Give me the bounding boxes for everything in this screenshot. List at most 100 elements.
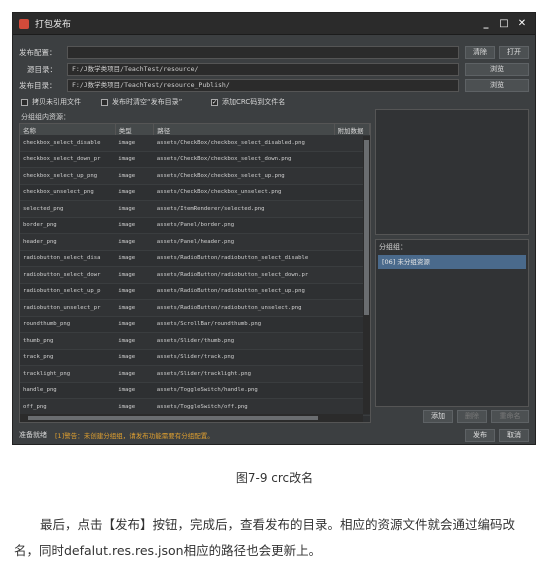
checkbox-icon[interactable] xyxy=(21,98,28,106)
source-browse-button[interactable]: 浏览 xyxy=(465,63,529,76)
cell-name: checkbox_unselect_png xyxy=(20,184,116,201)
cell-path: assets/ToggleSwitch/off.png xyxy=(153,398,335,416)
cell-type: image xyxy=(115,283,154,300)
cell-name: header_png xyxy=(20,233,116,251)
cell-path: assets/CheckBox/checkbox_select_disabled… xyxy=(153,135,335,152)
table-row[interactable]: checkbox_select_up_png image assets/CheckB… xyxy=(20,167,370,185)
cell-path: assets/Panel/border.png xyxy=(153,217,335,234)
cell-path: assets/ScrollBar/roundthumb.png xyxy=(153,316,335,333)
column-extra[interactable]: 附加数据 xyxy=(334,124,370,135)
delete-group-button[interactable]: 删除 xyxy=(457,410,487,423)
cell-path: assets/RadioButton/radiobutton_select_do… xyxy=(153,266,335,284)
cell-name: border_png xyxy=(20,217,116,234)
cell-path: assets/CheckBox/checkbox_select_up.png xyxy=(153,167,335,185)
table-header: 名称 类型 路径 附加数据 xyxy=(20,124,370,135)
source-dir-field[interactable]: F:/J数学类项目/TeachTest/resource/ xyxy=(67,63,459,76)
app-icon xyxy=(19,18,29,29)
cell-path: assets/ItemRenderer/selected.png xyxy=(153,200,335,218)
publish-config-row: 发布配置： xyxy=(19,45,57,60)
figure-caption: 图7-9 crc改名 xyxy=(235,471,314,485)
table-row[interactable]: border_png image assets/Panel/border.png xyxy=(20,217,370,234)
cell-name: radiobutton_select_disa xyxy=(20,250,116,267)
group-item[interactable]: [06] 未分组资源 xyxy=(378,255,526,269)
publish-dir-field[interactable]: F:/J数学类项目/TeachTest/resource_Publish/ xyxy=(67,79,459,92)
cell-type: image xyxy=(115,135,154,152)
maximize-icon[interactable]: □ xyxy=(497,17,511,31)
status-warning: [1]警告：未创建分组组，请发布功能需要有分组配置。 xyxy=(55,432,214,440)
column-name[interactable]: 名称 xyxy=(20,124,116,135)
close-icon[interactable]: ✕ xyxy=(515,17,529,31)
option-label: 添加CRC码到文件名 xyxy=(222,98,286,106)
cell-type: image xyxy=(115,151,154,168)
cell-name: off_png xyxy=(20,398,116,416)
open-button[interactable]: 打开 xyxy=(499,46,529,59)
cell-name: checkbox_select_disable xyxy=(20,135,116,152)
cancel-button[interactable]: 取消 xyxy=(499,429,529,442)
publish-button[interactable]: 发布 xyxy=(465,429,495,442)
scroll-thumb[interactable] xyxy=(28,416,318,420)
table-row[interactable]: radiobutton_select_disa image assets/Radio… xyxy=(20,250,370,267)
table-row[interactable]: header_png image assets/Panel/header.png xyxy=(20,233,370,251)
table-row[interactable]: tracklight_png image assets/Slider/trackli… xyxy=(20,365,370,383)
table-row[interactable]: radiobutton_unselect_pr image assets/Radio… xyxy=(20,299,370,317)
groups-panel: 分组组： [06] 未分组资源 xyxy=(375,239,529,407)
vertical-scrollbar[interactable] xyxy=(363,136,370,414)
table-row[interactable]: checkbox_unselect_png image assets/CheckBo… xyxy=(20,184,370,201)
cell-path: assets/RadioButton/radiobutton_unselect.… xyxy=(153,299,335,317)
publish-dir-label: 发布目录： xyxy=(19,81,57,90)
minimize-icon[interactable]: _ xyxy=(479,17,493,31)
rename-group-button[interactable]: 重命名 xyxy=(491,410,529,423)
option-copy-unreferenced[interactable]: 拷贝未引用文件 xyxy=(21,97,81,107)
clear-button[interactable]: 清除 xyxy=(465,46,495,59)
table-row[interactable]: selected_png image assets/ItemRenderer/sel… xyxy=(20,200,370,218)
cell-type: image xyxy=(115,266,154,284)
checkbox-checked-icon[interactable]: ✓ xyxy=(211,98,218,106)
cell-name: checkbox_select_down_pr xyxy=(20,151,116,168)
status-ready: 准备就绪 xyxy=(19,431,47,439)
cell-type: image xyxy=(115,200,154,218)
groups-panel-title: 分组组： xyxy=(379,243,407,251)
cell-name: radiobutton_select_up_p xyxy=(20,283,116,300)
option-clear-publish-dir[interactable]: 发布时清空“发布目录” xyxy=(101,97,182,107)
table-row[interactable]: radiobutton_select_dowr image assets/Radio… xyxy=(20,266,370,284)
cell-type: image xyxy=(115,349,154,366)
scroll-thumb[interactable] xyxy=(364,140,369,315)
cell-type: image xyxy=(115,299,154,317)
cell-path: assets/Slider/tracklight.png xyxy=(153,365,335,383)
table-row[interactable]: off_png image assets/ToggleSwitch/off.png xyxy=(20,398,370,416)
cell-path: assets/RadioButton/radiobutton_select_up… xyxy=(153,283,335,300)
table-row[interactable]: roundthumb_png image assets/ScrollBar/roun… xyxy=(20,316,370,333)
table-row[interactable]: handle_png image assets/ToggleSwitch/handl… xyxy=(20,382,370,399)
resources-panel: 名称 类型 路径 附加数据 checkbox_select_disable ima… xyxy=(19,123,371,423)
publish-config-label: 发布配置： xyxy=(19,48,57,57)
table-row[interactable]: radiobutton_select_up_p image assets/Radio… xyxy=(20,283,370,300)
source-dir-label: 源目录： xyxy=(27,65,57,74)
cell-path: assets/Panel/header.png xyxy=(153,233,335,251)
column-type[interactable]: 类型 xyxy=(115,124,155,135)
table-row[interactable]: thumb_png image assets/Slider/thumb.png xyxy=(20,332,370,350)
title-bar: 打包发布 _ □ ✕ xyxy=(13,13,535,35)
cell-name: tracklight_png xyxy=(20,365,116,383)
checkbox-icon[interactable] xyxy=(101,98,108,106)
source-dir-row: 源目录： xyxy=(27,62,57,77)
publish-config-field[interactable] xyxy=(67,46,459,59)
table-row[interactable]: track_png image assets/Slider/track.png xyxy=(20,349,370,366)
horizontal-scrollbar[interactable] xyxy=(20,414,363,422)
cell-name: radiobutton_select_dowr xyxy=(20,266,116,284)
add-group-button[interactable]: 添加 xyxy=(423,410,453,423)
window-title: 打包发布 xyxy=(35,20,72,30)
cell-type: image xyxy=(115,167,154,185)
cell-type: image xyxy=(115,316,154,333)
cell-name: checkbox_select_up_png xyxy=(20,167,116,185)
cell-path: assets/CheckBox/checkbox_unselect.png xyxy=(153,184,335,201)
publish-browse-button[interactable]: 浏览 xyxy=(465,79,529,92)
cell-name: handle_png xyxy=(20,382,116,399)
option-add-crc[interactable]: ✓ 添加CRC码到文件名 xyxy=(211,97,285,107)
status-bar: 准备就绪 [1]警告：未创建分组组，请发布功能需要有分组配置。 xyxy=(13,426,535,444)
table-row[interactable]: checkbox_select_down_pr image assets/Check… xyxy=(20,151,370,168)
column-path[interactable]: 路径 xyxy=(153,124,335,135)
resources-table: 名称 类型 路径 附加数据 checkbox_select_disable ima… xyxy=(20,124,370,422)
cell-path: assets/ToggleSwitch/handle.png xyxy=(153,382,335,399)
table-row[interactable]: checkbox_select_disable image assets/Check… xyxy=(20,135,370,152)
cell-name: radiobutton_unselect_pr xyxy=(20,299,116,317)
